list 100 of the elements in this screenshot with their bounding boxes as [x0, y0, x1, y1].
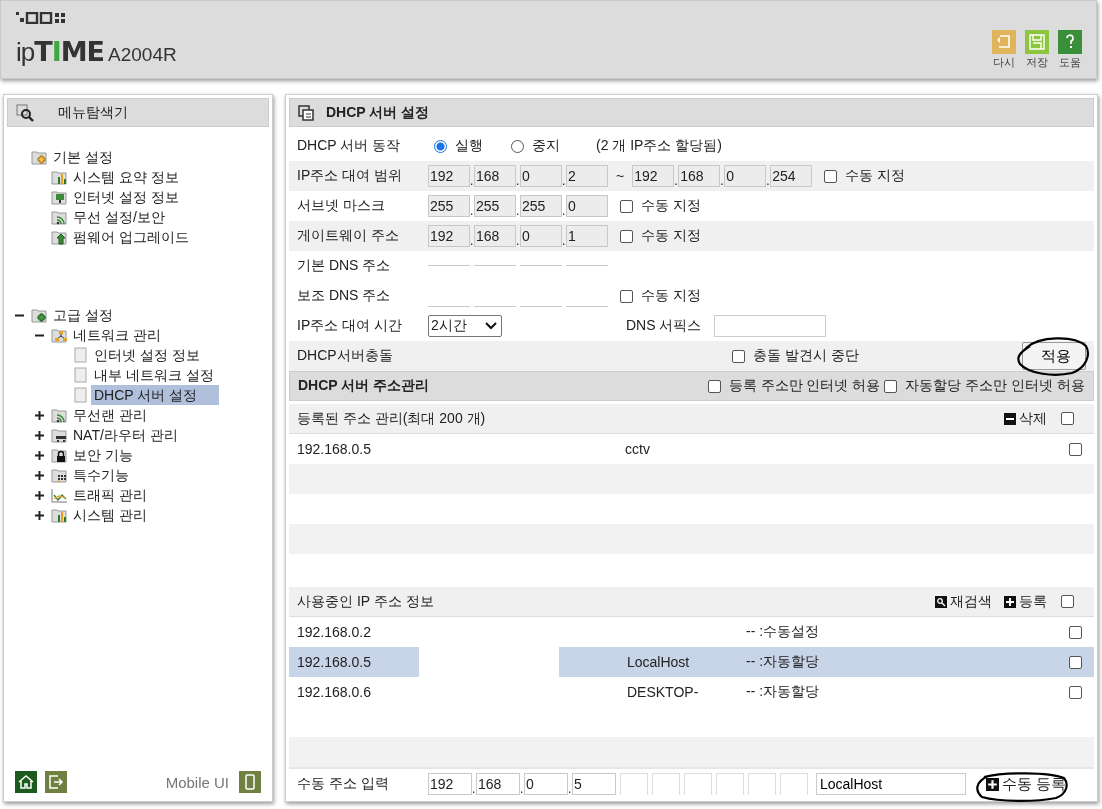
wifi-icon	[51, 407, 68, 423]
octet-separator: .	[470, 204, 474, 220]
ip-octet-field[interactable]: 254	[770, 165, 813, 187]
logout-icon[interactable]	[45, 771, 67, 793]
mac-field[interactable]	[684, 773, 712, 795]
mac-field[interactable]	[780, 773, 808, 795]
ip-octet-field[interactable]: 255	[520, 195, 562, 217]
mac-field[interactable]	[748, 773, 776, 795]
checkbox[interactable]	[620, 199, 633, 213]
ip-octet-field[interactable]: 168	[474, 165, 516, 187]
radio-button[interactable]	[434, 139, 447, 153]
checkbox[interactable]	[1069, 625, 1082, 639]
home-icon[interactable]	[15, 771, 37, 793]
plus-icon[interactable]	[35, 470, 44, 480]
plus-icon	[986, 777, 999, 791]
tree-item[interactable]: 특수기능	[70, 465, 132, 485]
plus-icon[interactable]	[35, 510, 44, 520]
rescan-button[interactable]: 재검색	[935, 592, 992, 611]
table-cell[interactable]: 192.168.0.5	[289, 647, 419, 677]
table-cell[interactable]: 192.168.0.2	[289, 617, 419, 647]
tree-item[interactable]: 내부 네트워크 설정	[91, 365, 217, 385]
octet-separator: .	[562, 234, 566, 250]
ip-octet-field[interactable]: 0	[724, 165, 767, 187]
tree-item[interactable]: 무선 설정/보안	[70, 207, 168, 227]
tree-item[interactable]: 보안 기능	[70, 445, 136, 465]
checkbox-label: 수동 지정	[641, 197, 701, 215]
table-cell[interactable]: 192.168.0.6	[289, 677, 419, 707]
tree-item[interactable]: 고급 설정	[50, 305, 116, 325]
checkbox[interactable]	[824, 169, 838, 183]
tree-item[interactable]: 네트워크 관리	[70, 325, 164, 345]
list-title: 사용중인 IP 주소 정보	[297, 592, 434, 611]
status-note: (2 개 IP주소 할당됨)	[596, 137, 722, 155]
checkbox[interactable]	[1069, 655, 1082, 669]
search-icon	[16, 103, 36, 122]
range-separator: ~	[616, 168, 625, 184]
ip-octet-field[interactable]: 0	[566, 195, 608, 217]
checkbox[interactable]	[1061, 595, 1074, 608]
tree-item[interactable]: NAT/라우터 관리	[70, 425, 181, 445]
apply-button[interactable]: 적용	[1022, 342, 1086, 370]
mobile-ui-link[interactable]: Mobile UI	[165, 773, 229, 791]
manual-register-button[interactable]: 수동 등록	[986, 774, 1067, 794]
plus-icon[interactable]	[35, 410, 44, 420]
delete-button[interactable]: 삭제	[1004, 409, 1047, 428]
ip-octet-field[interactable]: 168	[476, 773, 520, 795]
tree-item[interactable]: DHCP 서버 설정	[91, 385, 219, 405]
checkbox[interactable]	[620, 229, 633, 243]
register-button[interactable]: 등록	[1004, 592, 1047, 611]
octet-separator: .	[720, 174, 725, 190]
hostname-field[interactable]: LocalHost	[816, 773, 966, 795]
mac-field[interactable]	[620, 773, 648, 795]
checkbox[interactable]	[707, 379, 721, 393]
checkbox[interactable]	[1069, 685, 1082, 699]
ip-octet-field[interactable]: 0	[524, 773, 568, 795]
ip-octet-field[interactable]: 5	[572, 773, 616, 795]
checkbox-label: 등록 주소만 인터넷 허용	[728, 377, 881, 395]
tree-item[interactable]: 인터넷 설정 정보	[70, 187, 182, 207]
checkbox[interactable]	[1061, 412, 1074, 425]
dns-suffix-field[interactable]	[714, 315, 826, 337]
page-icon	[72, 347, 89, 363]
page-icon	[72, 367, 89, 383]
lease-time-select[interactable]: 2시간	[428, 315, 502, 337]
checkbox[interactable]	[732, 349, 745, 363]
tree-item[interactable]: 기본 설정	[50, 147, 116, 167]
ip-octet-field[interactable]: 168	[678, 165, 721, 187]
sidebar-title: 메뉴탐색기	[58, 103, 128, 122]
checkbox[interactable]	[884, 379, 898, 393]
ip-octet-field[interactable]: 192	[428, 165, 470, 187]
ip-octet-field[interactable]: 192	[428, 773, 472, 795]
ip-octet-field[interactable]: 168	[474, 225, 516, 247]
radio-label: 중지	[532, 137, 560, 155]
tree-item[interactable]: 펌웨어 업그레이드	[70, 227, 192, 247]
bar-chart-icon	[51, 169, 68, 185]
plus-icon[interactable]	[35, 490, 44, 500]
field-label: 게이트웨이 주소	[297, 227, 400, 245]
ip-octet-field[interactable]: 192	[428, 225, 470, 247]
tree-item[interactable]: 시스템 관리	[70, 505, 150, 525]
tree-item[interactable]: 인터넷 설정 정보	[91, 345, 203, 365]
tree-item[interactable]: 무선랜 관리	[70, 405, 150, 425]
mac-field[interactable]	[652, 773, 680, 795]
ip-octet-field[interactable]: 0	[520, 165, 562, 187]
ip-octet-field[interactable]: 0	[520, 225, 562, 247]
tree-item[interactable]: 트래픽 관리	[70, 485, 150, 505]
octet-separator: .	[470, 174, 474, 190]
ip-octet-field[interactable]: 255	[474, 195, 516, 217]
mac-field[interactable]	[716, 773, 744, 795]
table-cell-text: 192.168.0.5	[296, 440, 372, 459]
ip-octet-field[interactable]: 255	[428, 195, 470, 217]
octet-separator: .	[472, 782, 476, 798]
tree-item[interactable]: 시스템 요약 정보	[70, 167, 182, 187]
model-name: A2004R	[108, 44, 177, 66]
plus-icon[interactable]	[35, 430, 44, 440]
plus-icon[interactable]	[35, 450, 44, 460]
ip-octet-field[interactable]: 192	[632, 165, 675, 187]
checkbox[interactable]	[620, 289, 633, 303]
phone-icon[interactable]	[239, 771, 261, 793]
checkbox[interactable]	[1069, 442, 1082, 456]
field-label: DNS 서픽스	[626, 317, 703, 335]
ip-octet-field[interactable]: 2	[566, 165, 608, 187]
dots-icon	[51, 467, 68, 483]
ip-octet-field[interactable]: 1	[566, 225, 608, 247]
